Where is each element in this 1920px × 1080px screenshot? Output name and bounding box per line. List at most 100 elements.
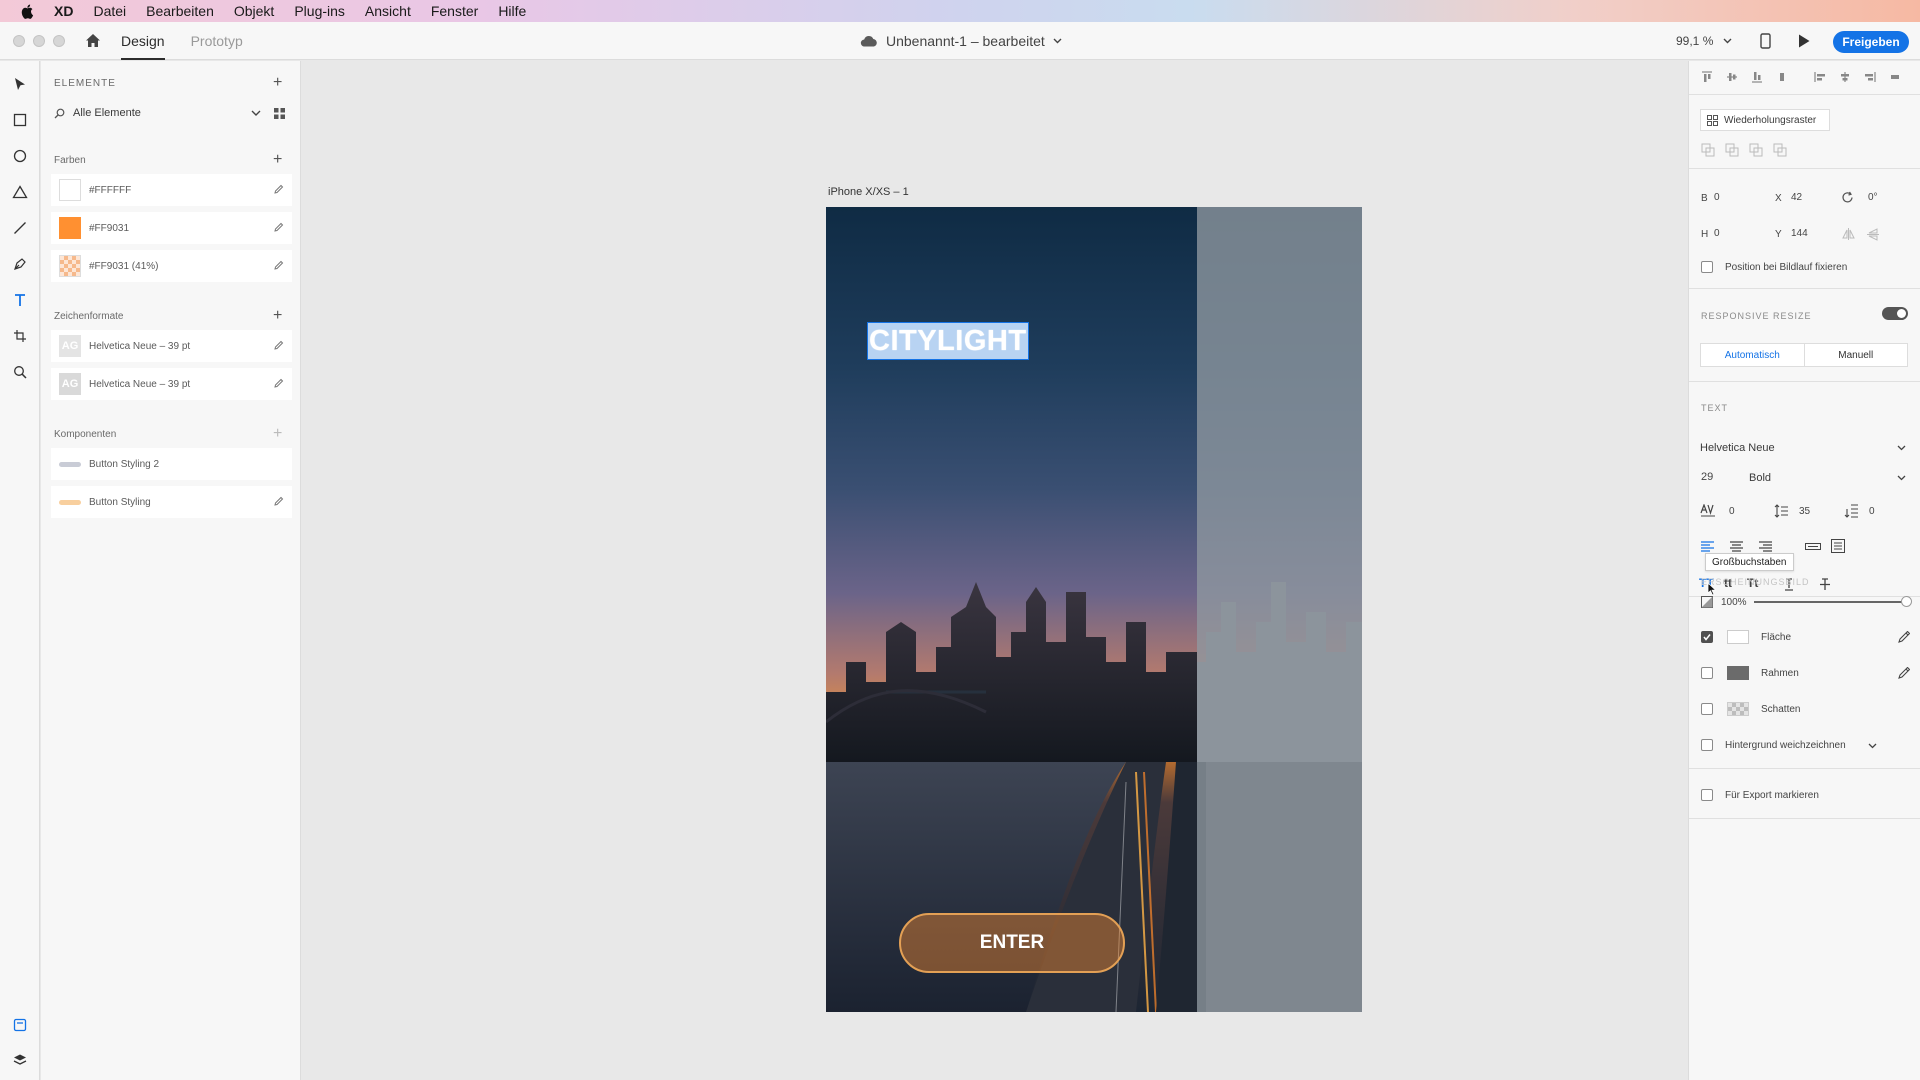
shadow-swatch[interactable] (1727, 702, 1749, 716)
text-align-center-icon[interactable] (1730, 541, 1743, 552)
ellipse-tool-icon[interactable] (11, 147, 29, 165)
resize-auto-option[interactable]: Automatisch (1701, 344, 1804, 366)
assets-filter[interactable]: Alle Elemente (54, 103, 286, 123)
rectangle-tool-icon[interactable] (11, 111, 29, 129)
eyedropper-icon[interactable] (1898, 667, 1910, 679)
gray-overlay-rectangle[interactable] (1197, 207, 1362, 1012)
edit-pencil-icon[interactable] (273, 222, 284, 233)
minimize-window-button[interactable] (33, 34, 45, 47)
fix-position-checkbox[interactable] (1701, 261, 1713, 273)
zoom-control[interactable]: 99,1 % (1676, 22, 1732, 60)
boolean-intersect-icon[interactable] (1749, 143, 1763, 157)
line-tool-icon[interactable] (11, 219, 29, 237)
add-color-icon[interactable]: + (273, 152, 282, 168)
menu-item-datei[interactable]: Datei (93, 3, 126, 19)
add-component-icon[interactable]: + (273, 426, 282, 442)
align-middle-icon[interactable] (1726, 71, 1738, 83)
assets-panel-icon[interactable] (11, 1016, 29, 1034)
resize-mode-segmented-control[interactable]: Automatisch Manuell (1700, 343, 1908, 367)
border-checkbox[interactable] (1701, 667, 1713, 679)
border-color-swatch[interactable] (1727, 666, 1749, 680)
background-blur-checkbox[interactable] (1701, 739, 1713, 751)
menu-item-objekt[interactable]: Objekt (234, 3, 274, 19)
character-spacing-field[interactable]: 0 (1729, 506, 1735, 517)
distribute-horizontal-icon[interactable] (1889, 71, 1901, 83)
tab-design[interactable]: Design (121, 22, 165, 60)
add-asset-icon[interactable]: + (273, 75, 282, 91)
add-character-style-icon[interactable]: + (273, 308, 282, 324)
align-bottom-icon[interactable] (1751, 71, 1763, 83)
menu-item-fenster[interactable]: Fenster (431, 3, 478, 19)
color-swatch-row[interactable]: #FF9031 (51, 212, 292, 244)
boolean-subtract-icon[interactable] (1725, 143, 1739, 157)
responsive-resize-toggle[interactable] (1882, 307, 1908, 320)
line-spacing-field[interactable]: 35 (1799, 506, 1810, 517)
font-size-field[interactable]: 29 (1701, 471, 1713, 483)
edit-pencil-icon[interactable] (273, 184, 284, 195)
artboard-label[interactable]: iPhone X/XS – 1 (828, 186, 909, 198)
chevron-down-icon[interactable] (1868, 743, 1877, 749)
edit-pencil-icon[interactable] (273, 260, 284, 271)
text-tool-icon[interactable] (11, 291, 29, 309)
component-row[interactable]: Button Styling (51, 486, 292, 518)
character-style-row[interactable]: AG Helvetica Neue – 39 pt (51, 330, 292, 362)
play-icon[interactable] (1797, 33, 1811, 49)
distribute-vertical-icon[interactable] (1776, 71, 1788, 83)
design-canvas[interactable]: iPhone X/XS – 1 CITYLIGHT ENTER (301, 61, 1687, 1080)
opacity-slider-knob[interactable] (1901, 596, 1912, 607)
artboard-tool-icon[interactable] (11, 327, 29, 345)
height-field[interactable]: 0 (1714, 228, 1720, 239)
flip-horizontal-icon[interactable] (1842, 228, 1855, 240)
fill-checkbox[interactable] (1701, 631, 1713, 643)
opacity-value[interactable]: 100% (1721, 597, 1747, 608)
export-checkbox[interactable] (1701, 789, 1713, 801)
edit-pencil-icon[interactable] (273, 496, 284, 507)
select-tool-icon[interactable] (11, 75, 29, 93)
color-swatch-row[interactable]: #FFFFFF (51, 174, 292, 206)
device-preview-icon[interactable] (1760, 33, 1771, 49)
align-top-icon[interactable] (1701, 71, 1713, 83)
fixed-size-text-icon[interactable] (1831, 539, 1845, 553)
text-align-left-icon[interactable] (1701, 541, 1714, 552)
flip-vertical-icon[interactable] (1867, 228, 1879, 241)
menu-item-bearbeiten[interactable]: Bearbeiten (146, 3, 214, 19)
artboard[interactable]: CITYLIGHT ENTER (826, 207, 1362, 1012)
title-text-selected[interactable]: CITYLIGHT (867, 322, 1029, 360)
zoom-window-button[interactable] (53, 34, 65, 47)
shadow-checkbox[interactable] (1701, 703, 1713, 715)
align-center-icon[interactable] (1839, 71, 1851, 83)
y-field[interactable]: 144 (1791, 228, 1808, 239)
width-field[interactable]: 0 (1714, 192, 1720, 203)
tab-prototype[interactable]: Prototyp (191, 22, 243, 60)
grid-view-icon[interactable] (274, 107, 285, 119)
color-swatch-row[interactable]: #FF9031 (41%) (51, 250, 292, 282)
polygon-tool-icon[interactable] (11, 183, 29, 201)
menu-app-name[interactable]: XD (54, 3, 73, 19)
repeat-grid-button[interactable]: Wiederholungsraster (1700, 109, 1830, 131)
document-title[interactable]: Unbenannt-1 – bearbeitet (860, 22, 1062, 60)
opacity-slider-track[interactable] (1754, 601, 1904, 603)
boolean-exclude-icon[interactable] (1773, 143, 1787, 157)
font-weight-select[interactable]: Bold (1749, 469, 1908, 487)
apple-icon[interactable] (20, 3, 36, 19)
auto-width-text-icon[interactable] (1805, 541, 1821, 552)
align-left-icon[interactable] (1814, 71, 1826, 83)
close-window-button[interactable] (13, 34, 25, 47)
boolean-add-icon[interactable] (1701, 143, 1715, 157)
resize-manual-option[interactable]: Manuell (1803, 344, 1907, 366)
zoom-tool-icon[interactable] (11, 363, 29, 381)
edit-pencil-icon[interactable] (273, 378, 284, 389)
enter-button[interactable]: ENTER (899, 913, 1125, 973)
character-style-row[interactable]: AG Helvetica Neue – 39 pt (51, 368, 292, 400)
fill-color-swatch[interactable] (1727, 630, 1749, 644)
menu-item-hilfe[interactable]: Hilfe (498, 3, 526, 19)
pen-tool-icon[interactable] (11, 255, 29, 273)
strikethrough-icon[interactable] (1819, 578, 1831, 591)
edit-pencil-icon[interactable] (273, 340, 284, 351)
rotation-field[interactable]: 0° (1868, 192, 1878, 203)
home-icon[interactable] (83, 31, 103, 51)
component-row[interactable]: Button Styling 2 (51, 448, 292, 480)
menu-item-plugins[interactable]: Plug-ins (294, 3, 345, 19)
text-align-right-icon[interactable] (1759, 541, 1772, 552)
align-right-icon[interactable] (1864, 71, 1876, 83)
